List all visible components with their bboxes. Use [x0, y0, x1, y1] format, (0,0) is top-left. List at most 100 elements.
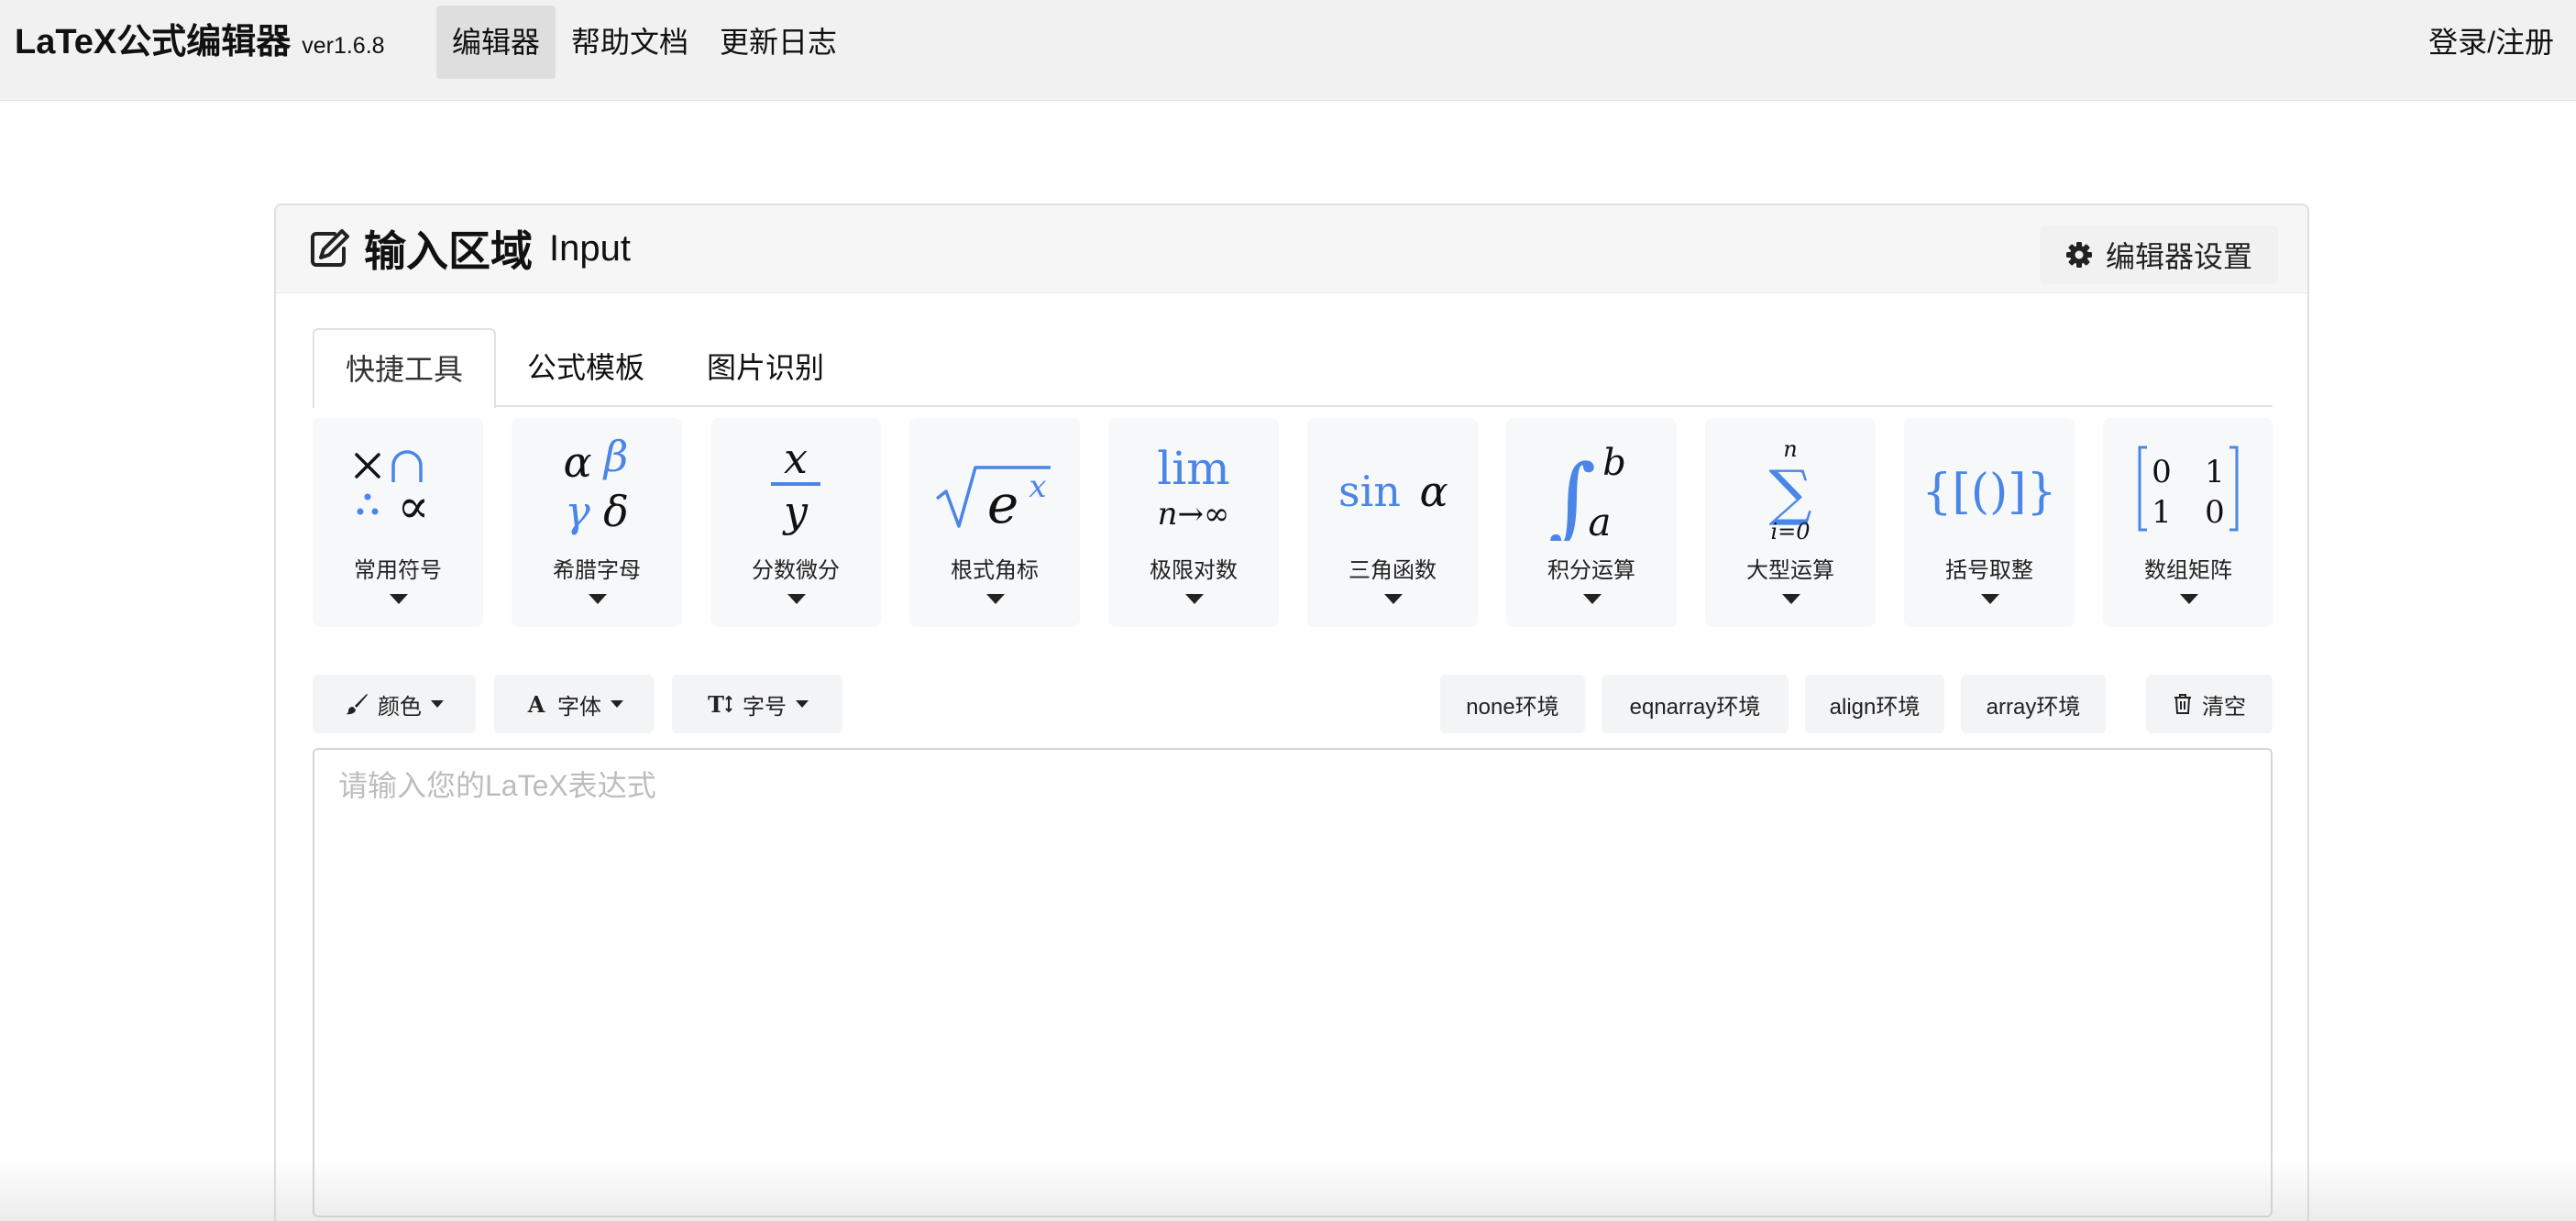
- svg-text:{[()]}: {[()]}: [1921, 465, 2056, 520]
- tool-label: 积分运算: [1547, 558, 1635, 583]
- svg-text:α: α: [1419, 467, 1448, 516]
- tool-label: 大型运算: [1746, 558, 1834, 583]
- svg-text:0: 0: [2152, 454, 2172, 490]
- svg-text:δ: δ: [603, 487, 629, 536]
- tool-brackets[interactable]: {[()]} 括号取整: [1904, 418, 2075, 627]
- svg-text:β: β: [602, 432, 629, 481]
- svg-text:T: T: [708, 693, 724, 715]
- chevron-down-icon: [1782, 594, 1800, 604]
- text-height-icon: T: [708, 693, 732, 715]
- color-dropdown[interactable]: 颜色: [313, 675, 476, 733]
- matrix-icon: 0 1 1 0: [2138, 446, 2239, 532]
- svg-text:∑: ∑: [1768, 457, 1811, 528]
- editor-settings-button[interactable]: 编辑器设置: [2039, 226, 2278, 284]
- brand-title[interactable]: LaTeX公式编辑器: [15, 13, 291, 63]
- tool-label: 常用符号: [354, 558, 442, 583]
- tab-formula-templates[interactable]: 公式模板: [496, 328, 676, 407]
- tab-quick-tools[interactable]: 快捷工具: [313, 328, 497, 409]
- card-header: 输入区域 Input 编辑器设置: [276, 205, 2307, 293]
- gear-icon: [2065, 242, 2092, 268]
- brand-version: ver1.6.8: [302, 33, 385, 59]
- env-array-button[interactable]: array环境: [1961, 675, 2106, 733]
- svg-text:y: y: [782, 487, 809, 536]
- edit-icon: [311, 229, 349, 267]
- tool-label: 三角函数: [1349, 558, 1437, 583]
- tool-label: 分数微分: [752, 558, 840, 583]
- top-navbar: LaTeX公式编辑器 ver1.6.8 编辑器 帮助文档 更新日志 登录/注册: [0, 0, 2576, 101]
- svg-text:∝: ∝: [397, 479, 429, 534]
- font-size-dropdown[interactable]: T 字号: [672, 675, 842, 733]
- tool-common-symbols[interactable]: ∝ 常用符号: [313, 418, 483, 627]
- svg-text:a: a: [1588, 500, 1611, 541]
- trig-icon: sin α: [1338, 467, 1448, 516]
- svg-text:1: 1: [2152, 494, 2172, 531]
- trash-icon: [2174, 694, 2191, 714]
- svg-text:1: 1: [2205, 454, 2225, 490]
- paintbrush-icon: [346, 694, 368, 715]
- font-size-label: 字号: [743, 694, 787, 720]
- tool-label: 根式角标: [951, 558, 1039, 583]
- tool-label: 数组矩阵: [2144, 558, 2232, 583]
- tool-trig[interactable]: sin α 三角函数: [1307, 418, 1478, 627]
- font-icon: A: [527, 693, 545, 715]
- tool-greek-letters[interactable]: α β γ δ 希腊字母: [512, 418, 682, 627]
- summation-icon: n ∑ i=0: [1768, 436, 1811, 541]
- tool-matrix[interactable]: 0 1 1 0 数组矩阵: [2103, 418, 2273, 627]
- svg-text:sin: sin: [1338, 467, 1401, 516]
- input-card: 输入区域 Input 编辑器设置 快捷工具 公式模板 图片识别 ∝ 常用符号 α…: [274, 204, 2309, 1221]
- nav-links: 编辑器 帮助文档 更新日志: [436, 6, 853, 79]
- env-eqnarray-button[interactable]: eqnarray环境: [1602, 675, 1789, 733]
- chevron-down-icon: [1185, 594, 1204, 604]
- chevron-down-icon: [1583, 594, 1602, 604]
- tool-label: 括号取整: [1945, 558, 2033, 583]
- chevron-down-icon: [589, 594, 607, 604]
- login-register-link[interactable]: 登录/注册: [2428, 6, 2554, 79]
- tool-radical[interactable]: e x 根式角标: [909, 418, 1080, 627]
- svg-text:lim: lim: [1157, 442, 1229, 495]
- env-align-button[interactable]: align环境: [1805, 675, 1944, 733]
- brand[interactable]: LaTeX公式编辑器 ver1.6.8: [15, 13, 385, 64]
- brackets-icon: {[()]}: [1921, 465, 2056, 520]
- svg-text:i=0: i=0: [1770, 519, 1810, 541]
- chevron-down-icon: [787, 594, 806, 604]
- nav-link-help[interactable]: 帮助文档: [556, 6, 704, 79]
- tool-integral[interactable]: ∫ b a 积分运算: [1506, 418, 1677, 627]
- card-title: 输入区域 Input: [307, 218, 631, 279]
- nav-link-editor[interactable]: 编辑器: [436, 6, 556, 79]
- color-label: 颜色: [378, 694, 422, 720]
- tool-summation[interactable]: n ∑ i=0 大型运算: [1705, 418, 1876, 627]
- tab-image-recognition[interactable]: 图片识别: [676, 328, 855, 407]
- editor-settings-label: 编辑器设置: [2105, 240, 2252, 273]
- integral-icon: ∫ b a: [1548, 442, 1626, 541]
- card-title-cn: 输入区域: [364, 227, 533, 275]
- tool-limit[interactable]: lim n→∞ 极限对数: [1108, 418, 1279, 627]
- svg-text:α: α: [563, 437, 591, 487]
- clear-button[interactable]: 清空: [2146, 675, 2273, 733]
- latex-input[interactable]: [314, 750, 2271, 1216]
- tool-label: 希腊字母: [553, 558, 641, 583]
- caret-down-icon: [796, 700, 809, 708]
- svg-text:x: x: [1029, 468, 1046, 505]
- env-none-button[interactable]: none环境: [1440, 675, 1585, 733]
- radical-icon: e x: [935, 466, 1051, 535]
- chevron-down-icon: [390, 594, 408, 604]
- svg-text:e: e: [987, 473, 1018, 535]
- chevron-down-icon: [2180, 594, 2198, 604]
- chevron-down-icon: [986, 594, 1005, 604]
- nav-link-changelog[interactable]: 更新日志: [704, 6, 853, 79]
- tool-fraction[interactable]: x y 分数微分: [710, 418, 881, 627]
- svg-text:b: b: [1602, 442, 1626, 484]
- latex-editor: [313, 748, 2273, 1217]
- fraction-icon: x y: [771, 434, 820, 536]
- caret-down-icon: [431, 700, 444, 708]
- chevron-down-icon: [1981, 594, 1999, 604]
- svg-text:γ: γ: [565, 487, 590, 536]
- clear-label: 清空: [2202, 694, 2246, 720]
- greek-letters-icon: α β γ δ: [563, 432, 629, 536]
- tool-label: 极限对数: [1150, 558, 1238, 583]
- quick-tools: ∝ 常用符号 α β γ δ 希腊字母 x y 分数微分 e x 根式角标 li…: [313, 418, 2273, 627]
- card-title-en: Input: [549, 227, 631, 269]
- font-dropdown[interactable]: A 字体: [494, 675, 654, 733]
- symbols-icon: ∝: [355, 450, 430, 534]
- svg-text:x: x: [784, 434, 808, 483]
